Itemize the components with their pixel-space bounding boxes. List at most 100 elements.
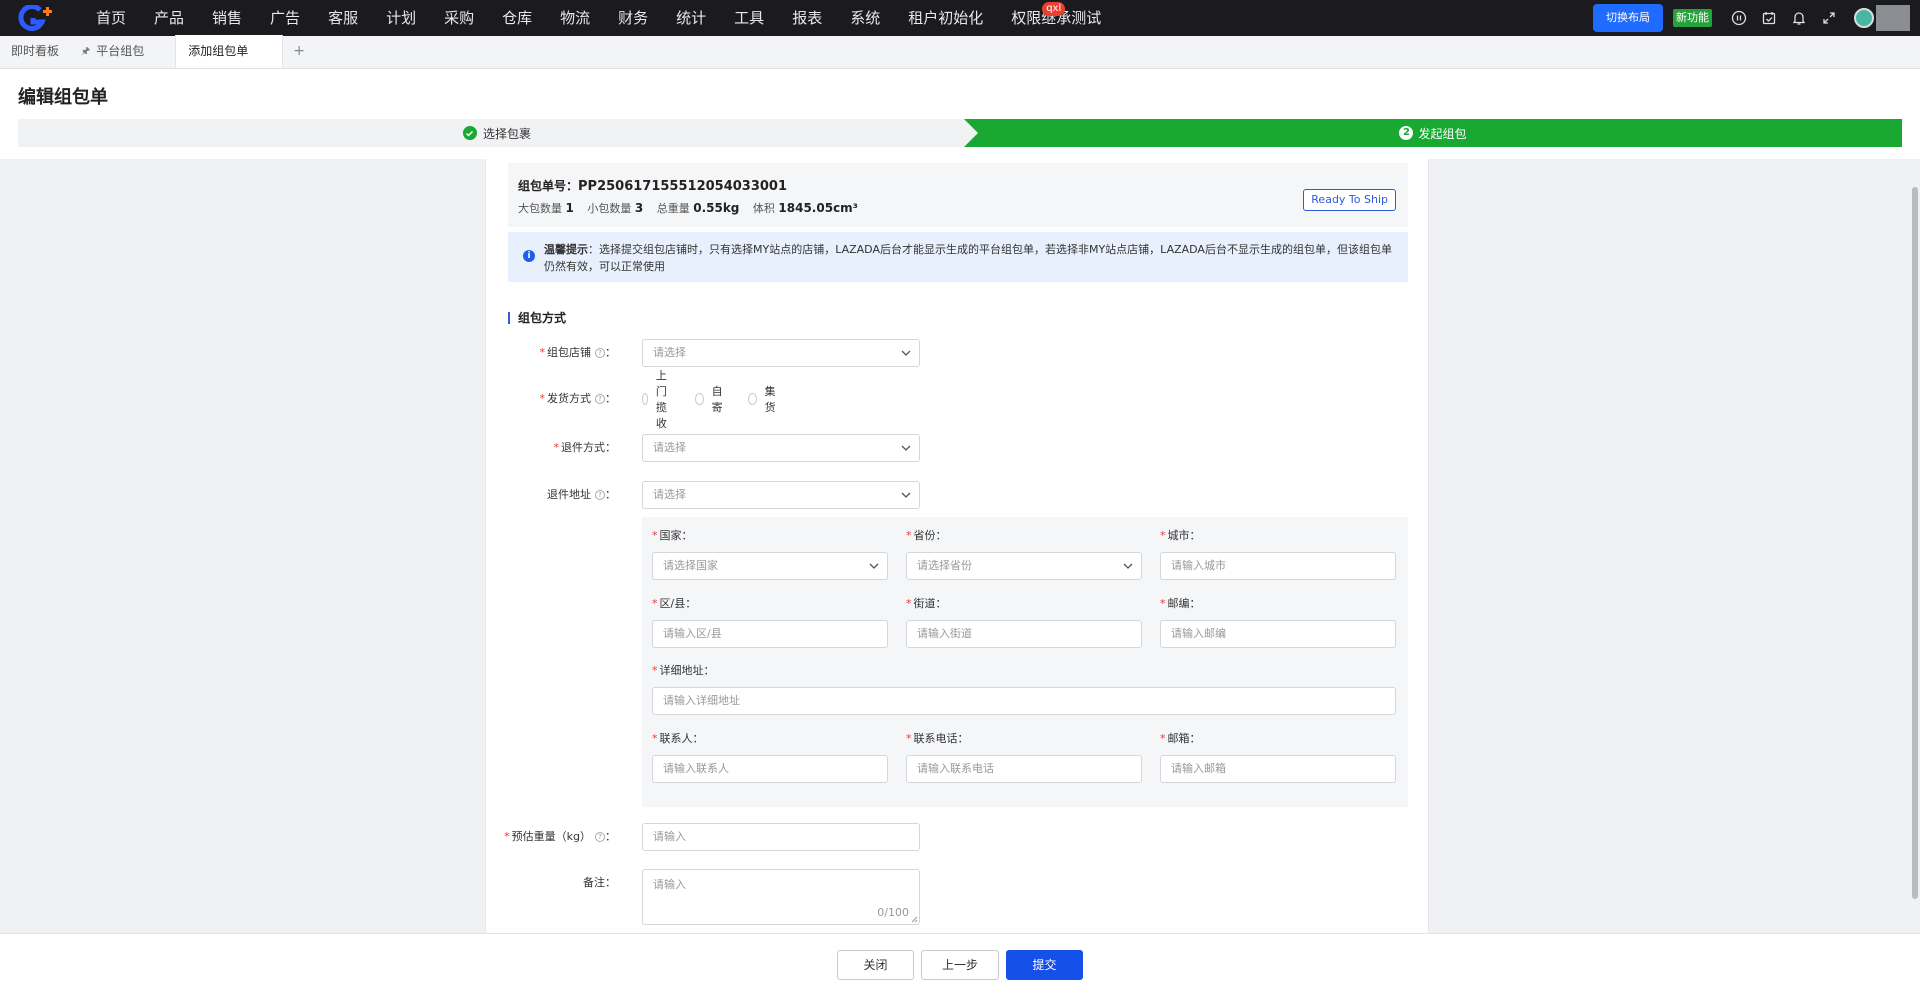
pause-icon[interactable] (1731, 10, 1747, 26)
return-address-select[interactable]: 请选择 (642, 481, 920, 509)
order-number-label: 组包单号： (518, 179, 579, 193)
scrollbar-thumb[interactable] (1912, 187, 1918, 899)
detail-address-input[interactable]: 请输入详细地址 (652, 687, 1396, 715)
return-method-select[interactable]: 请选择 (642, 434, 920, 462)
help-icon[interactable]: ? (595, 832, 605, 842)
contact-input[interactable]: 请输入联系人 (652, 755, 888, 783)
detail-address-field: * 详细地址： 请输入详细地址 (652, 664, 1396, 715)
package-info-card: 组包单号：PP250617155512054033001 大包数量 1 小包数量… (508, 163, 1408, 227)
city-input[interactable]: 请输入城市 (1160, 552, 1396, 580)
help-icon[interactable]: ? (595, 490, 605, 500)
steps-bar: 选择包裹 2 发起组包 (18, 119, 1902, 147)
chevron-down-icon (1123, 563, 1133, 569)
submit-button[interactable]: 提交 (1006, 950, 1083, 980)
return-label-text: 退件方式： (561, 441, 616, 454)
radio-consolidate[interactable]: 集货 (748, 383, 779, 415)
colon: ： (605, 346, 616, 359)
notice-banner: i 温馨提示：选择提交组包店铺时，只有选择MY站点的店铺，LAZADA后台才能显… (508, 232, 1408, 282)
province-select[interactable]: 请选择省份 (906, 552, 1142, 580)
section-title: 组包方式 (508, 312, 566, 324)
fullscreen-icon[interactable] (1821, 10, 1837, 26)
street-input[interactable]: 请输入街道 (906, 620, 1142, 648)
top-nav: 首页 产品 销售 广告 客服 计划 采购 仓库 物流 财务 统计 工具 报表 系… (0, 0, 1920, 36)
weight-placeholder: 请输入 (642, 823, 920, 851)
nav-warehouse[interactable]: 仓库 (488, 0, 546, 36)
remark-label-text: 备注： (583, 876, 616, 889)
big-count-value: 1 (565, 201, 574, 215)
volume-value: 1845.05cm³ (778, 201, 858, 215)
return-address-placeholder: 请选择 (653, 488, 686, 501)
ship-method-radios: 上门揽收 自寄 集货 (642, 369, 801, 430)
nav-tools[interactable]: 工具 (720, 0, 778, 36)
step-create-package-label: 发起组包 (1418, 126, 1467, 141)
volume-label: 体积 (752, 202, 775, 215)
avatar[interactable] (1854, 8, 1874, 28)
nav-system[interactable]: 系统 (836, 0, 894, 36)
return-placeholder: 请选择 (653, 441, 686, 454)
check-circle-icon (462, 126, 477, 140)
order-number-line: 组包单号：PP250617155512054033001 (518, 177, 787, 194)
add-tab-button[interactable]: + (293, 35, 305, 68)
district-label: 区/县： (659, 597, 697, 610)
step-create-package[interactable]: 2 发起组包 (964, 119, 1902, 147)
main-content: 组包单号：PP250617155512054033001 大包数量 1 小包数量… (485, 159, 1429, 933)
ship-label-text: 发货方式 (547, 392, 591, 405)
nav-tenant-init[interactable]: 租户初始化 (894, 0, 997, 36)
email-input[interactable]: 请输入邮箱 (1160, 755, 1396, 783)
nav-service[interactable]: 客服 (314, 0, 372, 36)
tab-add-package[interactable]: 添加组包单 (175, 35, 284, 68)
district-input[interactable]: 请输入区/县 (652, 620, 888, 648)
ready-to-ship-button[interactable]: Ready To Ship (1303, 189, 1396, 211)
step-select-package[interactable]: 选择包裹 (18, 119, 976, 147)
return-address-label-text: 退件地址 (547, 488, 591, 501)
radio-self-send-label: 自寄 (711, 385, 723, 414)
notice-bold: 温馨提示 (544, 243, 588, 256)
colon: ： (605, 488, 616, 501)
nav-purchase[interactable]: 采购 (430, 0, 488, 36)
radio-pickup[interactable]: 上门揽收 (642, 367, 673, 431)
weight-label-text: 预估重量（kg） (511, 830, 591, 843)
total-weight-label: 总重量 (656, 202, 690, 215)
chevron-down-icon (901, 492, 911, 498)
country-placeholder: 请选择国家 (663, 559, 718, 572)
nav-finance[interactable]: 财务 (604, 0, 662, 36)
zip-input[interactable]: 请输入邮编 (1160, 620, 1396, 648)
close-button[interactable]: 关闭 (837, 950, 914, 980)
order-number-value: PP250617155512054033001 (578, 179, 788, 194)
nav-sales[interactable]: 销售 (198, 0, 256, 36)
nav-statistics[interactable]: 统计 (662, 0, 720, 36)
help-icon[interactable]: ? (595, 394, 605, 404)
switch-layout-button[interactable]: 切换布局 (1593, 4, 1663, 32)
colon: ： (605, 392, 616, 405)
prev-step-button[interactable]: 上一步 (921, 950, 999, 980)
calendar-check-icon[interactable] (1761, 10, 1777, 26)
page-title: 编辑组包单 (18, 87, 108, 108)
resize-grip-icon[interactable] (911, 916, 918, 923)
tab-platform-package[interactable]: 🖈︎ 平台组包 (70, 35, 155, 68)
nav-ads[interactable]: 广告 (256, 0, 314, 36)
nav-reports[interactable]: 报表 (778, 0, 836, 36)
help-icon[interactable]: ? (595, 348, 605, 358)
tab-add-package-label: 添加组包单 (188, 44, 249, 58)
nav-permission-test[interactable]: 权限继承测试 qxl (997, 0, 1115, 36)
scrollbar[interactable] (1910, 159, 1920, 933)
user-name-block[interactable] (1876, 5, 1910, 31)
bell-icon[interactable] (1791, 10, 1807, 26)
nav-plan[interactable]: 计划 (372, 0, 430, 36)
nav-badge: qxl (1042, 2, 1066, 16)
phone-input[interactable]: 请输入联系电话 (906, 755, 1142, 783)
remark-placeholder: 请输入 (653, 878, 686, 891)
nav-home[interactable]: 首页 (82, 0, 140, 36)
remark-textarea[interactable]: 请输入 0/100 (642, 869, 920, 925)
app-logo[interactable] (16, 4, 56, 31)
nav-logistics[interactable]: 物流 (546, 0, 604, 36)
radio-self-send[interactable]: 自寄 (695, 383, 726, 415)
shop-select[interactable]: 请选择 (642, 339, 920, 367)
nav-product[interactable]: 产品 (140, 0, 198, 36)
country-select[interactable]: 请选择国家 (652, 552, 888, 580)
tab-dashboard[interactable]: 即时看板 (0, 35, 70, 68)
chevron-down-icon (901, 445, 911, 451)
weight-input[interactable]: 请输入 (642, 823, 920, 851)
new-feature-button[interactable]: 新功能 (1673, 9, 1712, 27)
remark-label: 备注： (486, 869, 616, 897)
